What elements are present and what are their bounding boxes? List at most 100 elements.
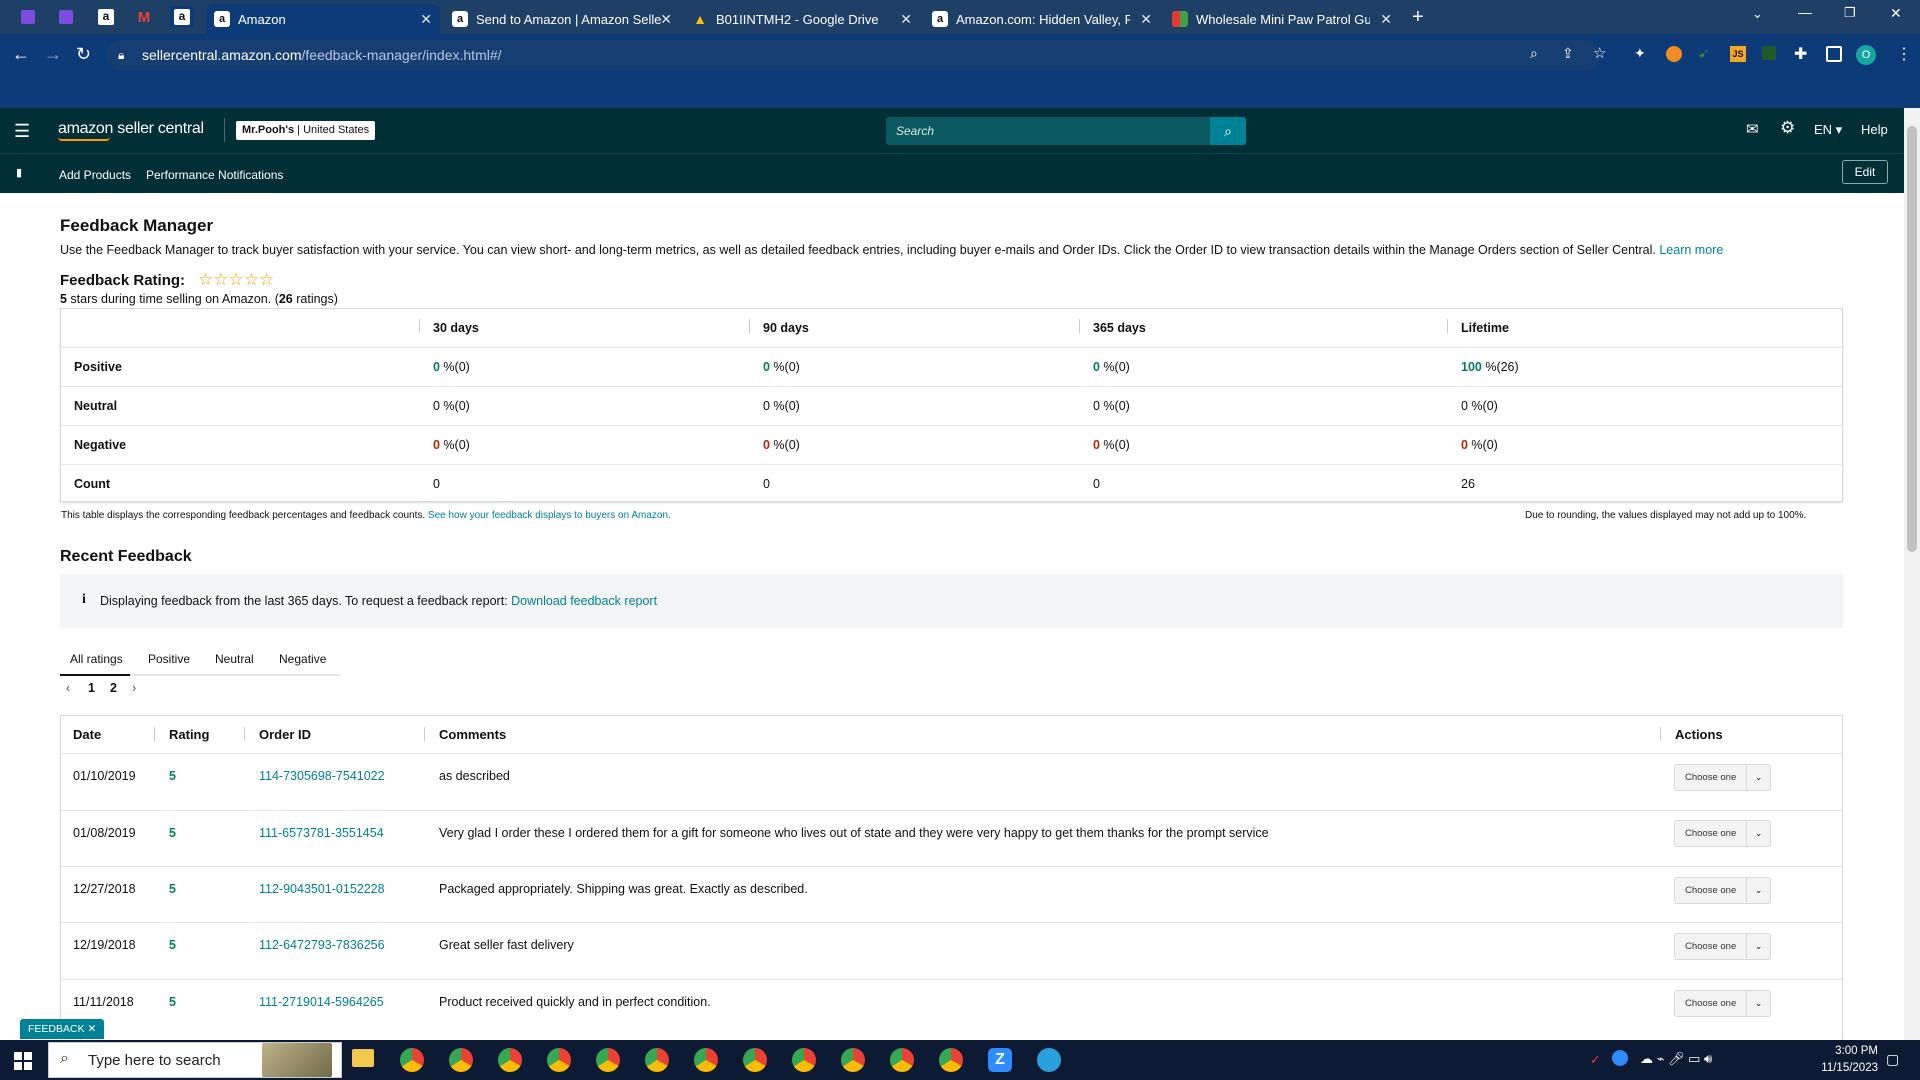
action-dropdown[interactable]: Choose one ⌄ — [1674, 820, 1771, 847]
nav-add-products[interactable]: Add Products — [59, 168, 131, 182]
close-icon[interactable]: ✕ — [1380, 11, 1392, 28]
action-dropdown[interactable]: Choose one ⌄ — [1674, 933, 1771, 960]
tab-negative[interactable]: Negative — [279, 652, 326, 666]
lock-icon[interactable]: 🔒︎ — [118, 48, 124, 63]
chrome-icon[interactable] — [792, 1048, 816, 1072]
language-selector[interactable]: EN ▾ — [1814, 122, 1842, 138]
extension-icon[interactable] — [1666, 46, 1682, 62]
zoom-tray-icon[interactable] — [1612, 1050, 1628, 1066]
tray-app-icon[interactable]: ✓ — [1590, 1052, 1601, 1068]
restore-button[interactable]: ❐ — [1844, 5, 1856, 21]
chrome-icon[interactable] — [547, 1048, 571, 1072]
forward-icon[interactable]: → — [44, 44, 62, 65]
row-rating: 5 — [169, 882, 176, 896]
download-report-link[interactable]: Download feedback report — [511, 594, 657, 608]
hamburger-menu-icon[interactable]: ☰ — [14, 121, 30, 142]
pinned-tab-amazon[interactable]: a — [94, 6, 118, 28]
action-dropdown[interactable]: Choose one ⌄ — [1674, 764, 1771, 791]
chrome-icon[interactable] — [743, 1048, 767, 1072]
tab-neutral[interactable]: Neutral — [215, 652, 254, 666]
chrome-icon[interactable] — [498, 1048, 522, 1072]
close-icon[interactable]: ✕ — [1140, 11, 1152, 28]
profile-avatar[interactable]: O — [1856, 45, 1876, 65]
file-explorer-icon[interactable] — [352, 1049, 374, 1067]
page-2[interactable]: 2 — [110, 681, 117, 695]
reload-icon[interactable]: ↻ — [76, 44, 91, 65]
back-icon[interactable]: ← — [12, 44, 30, 65]
minimize-button[interactable]: — — [1798, 4, 1812, 20]
column-rating: Rating — [169, 727, 210, 742]
chrome-icon[interactable] — [694, 1048, 718, 1072]
mail-icon[interactable]: ✉ — [1746, 120, 1759, 138]
tab-search-icon[interactable]: ⌄ — [1752, 6, 1763, 22]
learn-more-link[interactable]: Learn more — [1659, 243, 1723, 257]
close-icon[interactable]: ✕ — [900, 11, 912, 28]
chrome-icon[interactable] — [596, 1048, 620, 1072]
pinned-tab-sheets-2[interactable] — [54, 6, 78, 28]
zoom-app-icon[interactable]: Z — [988, 1048, 1012, 1072]
tab-all-ratings[interactable]: All ratings — [70, 652, 123, 666]
tray-icons[interactable]: ☁ ⌁ 🎤︎ ▭ 🔊︎ — [1640, 1051, 1712, 1067]
new-tab-button[interactable]: + — [1412, 6, 1424, 29]
buyer-display-link[interactable]: See how your feedback displays to buyers… — [428, 510, 671, 521]
scrollbar-thumb[interactable] — [1907, 126, 1917, 552]
pinned-tab-sheets[interactable] — [16, 6, 40, 28]
tab-hidden-valley[interactable]: a Amazon.com: Hidden Valley, Ra ✕ — [924, 4, 1160, 34]
extension-icon[interactable]: JS — [1730, 46, 1746, 62]
row-order-link[interactable]: 112-9043501-0152228 — [259, 882, 385, 896]
menu-kebab-icon[interactable]: ⋮ — [1896, 44, 1912, 64]
clock-date[interactable]: 11/15/2023 — [1806, 1062, 1878, 1074]
page-1[interactable]: 1 — [88, 681, 95, 695]
close-icon[interactable]: ✕ — [420, 11, 432, 28]
row-order-link[interactable]: 111-2719014-5964265 — [259, 995, 384, 1009]
action-dropdown[interactable]: Choose one ⌄ — [1674, 877, 1771, 904]
search-input[interactable] — [886, 117, 1210, 145]
store-region: United States — [303, 124, 370, 136]
settings-gear-icon[interactable]: ⚙ — [1780, 118, 1795, 138]
edit-button[interactable]: Edit — [1842, 160, 1888, 184]
bookmark-star-icon[interactable]: ☆ — [1593, 44, 1606, 62]
chrome-icon[interactable] — [841, 1048, 865, 1072]
next-page-icon[interactable]: › — [132, 681, 136, 695]
row-order-link[interactable]: 111-6573781-3551454 — [259, 826, 384, 840]
action-dropdown[interactable]: Choose one ⌄ — [1674, 990, 1771, 1017]
puzzle-icon[interactable]: ✚ — [1794, 44, 1807, 64]
clock-time[interactable]: 3:00 PM — [1818, 1045, 1878, 1057]
row-order-link[interactable]: 114-7305698-7541022 — [259, 769, 385, 783]
tab-amazon[interactable]: a Amazon ✕ — [206, 4, 440, 34]
rating-summary: 5 stars during time selling on Amazon. (… — [60, 292, 338, 306]
telegram-icon[interactable] — [1037, 1048, 1061, 1072]
seller-central-logo[interactable]: amazon seller central — [58, 120, 204, 138]
url-text[interactable]: sellercentral.amazon.com/feedback-manage… — [142, 47, 502, 63]
tab-send-to-amazon[interactable]: a Send to Amazon | Amazon Selle ✕ — [444, 4, 680, 34]
notification-icon[interactable]: ▢ — [1886, 1051, 1899, 1068]
windows-start-icon[interactable] — [14, 1052, 32, 1070]
row-order-link[interactable]: 112-6472793-7836256 — [259, 938, 385, 952]
store-selector[interactable]: Mr.Pooh's | United States — [236, 121, 376, 140]
extension-icon[interactable]: ➹ — [1698, 45, 1710, 62]
extension-icon[interactable]: ✦ — [1634, 45, 1646, 62]
search-button[interactable]: ⌕ — [1210, 117, 1246, 145]
tab-paw-patrol[interactable]: Wholesale Mini Paw Patrol Guita ✕ — [1164, 4, 1400, 34]
window-close-button[interactable]: ✕ — [1890, 5, 1902, 22]
extension-icon[interactable] — [1762, 46, 1776, 60]
feedback-tab-button[interactable]: FEEDBACK ✕ — [20, 1019, 105, 1039]
tab-positive[interactable]: Positive — [148, 652, 190, 666]
zoom-icon[interactable]: ⌕ — [1530, 45, 1538, 62]
tab-google-drive[interactable]: ▲ B01IINTMH2 - Google Drive ✕ — [684, 4, 920, 34]
chrome-icon[interactable] — [449, 1048, 473, 1072]
chrome-icon[interactable] — [400, 1048, 424, 1072]
prev-page-icon[interactable]: ‹ — [66, 681, 70, 695]
nav-performance-notifications[interactable]: Performance Notifications — [146, 168, 283, 182]
share-icon[interactable]: ⇪ — [1562, 45, 1574, 62]
close-icon[interactable]: ✕ — [660, 11, 672, 28]
chrome-icon[interactable] — [645, 1048, 669, 1072]
chrome-icon[interactable] — [890, 1048, 914, 1072]
action-label: Choose one — [1685, 941, 1737, 952]
help-link[interactable]: Help — [1861, 122, 1888, 137]
bookmark-icon[interactable]: ▮ — [16, 166, 22, 179]
pinned-tab-amazon-2[interactable]: a — [170, 6, 194, 28]
sidebar-icon[interactable] — [1826, 46, 1842, 62]
pinned-tab-gmail[interactable]: M — [132, 6, 156, 28]
chrome-icon[interactable] — [939, 1048, 963, 1072]
